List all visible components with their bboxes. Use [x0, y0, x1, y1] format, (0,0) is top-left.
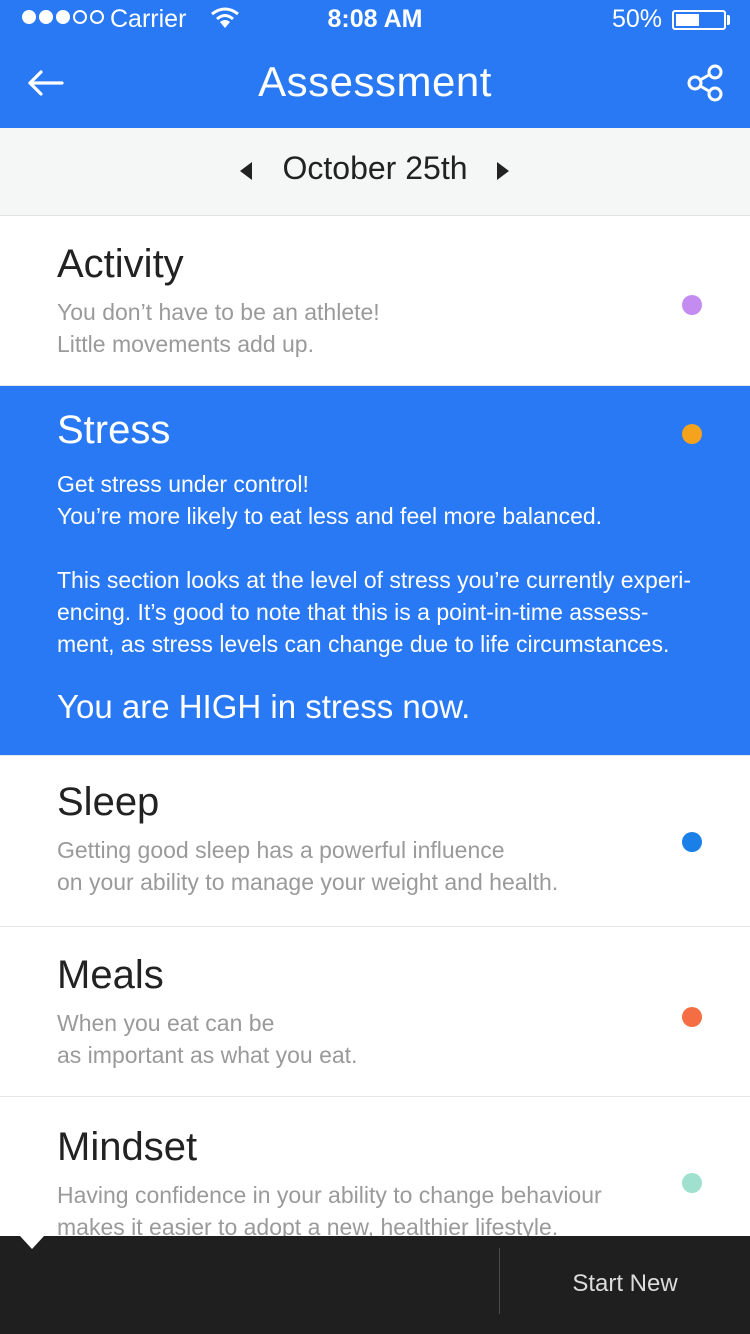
date-label: October 25th — [282, 150, 468, 186]
pointer-notch-icon — [20, 1236, 44, 1249]
status-dot-icon — [682, 424, 702, 444]
section-title: Mindset — [57, 1125, 198, 1169]
app-header: Carrier 8:08 AM 50% Assessment — [0, 0, 750, 128]
section-title: Activity — [57, 242, 184, 286]
section-title: Sleep — [57, 780, 160, 824]
start-new-button[interactable]: Start New — [500, 1270, 750, 1298]
section-sleep[interactable]: Sleep Getting good sleep has a powerful … — [0, 756, 750, 927]
battery-icon — [672, 10, 726, 30]
battery-tip — [727, 15, 730, 25]
share-icon[interactable] — [686, 64, 724, 102]
section-description: When you eat can be as important as what… — [57, 1010, 358, 1068]
stress-verdict: You are HIGH in stress now. — [57, 688, 471, 725]
section-description: Get stress under control! You’re more li… — [57, 471, 603, 529]
section-title: Stress — [57, 408, 171, 452]
section-activity[interactable]: Activity You don’t have to be an athlete… — [0, 216, 750, 386]
section-description: Having confidence in your ability to cha… — [57, 1182, 602, 1240]
status-bar: Carrier 8:08 AM 50% — [0, 0, 750, 40]
section-detail: This section looks at the level of stres… — [57, 567, 692, 657]
section-description: You don’t have to be an athlete! Little … — [57, 299, 380, 357]
status-dot-icon — [682, 295, 702, 315]
section-meals[interactable]: Meals When you eat can be as important a… — [0, 927, 750, 1097]
status-dot-icon — [682, 1173, 702, 1193]
section-stress[interactable]: Stress Get stress under control! You’re … — [0, 386, 750, 756]
date-selector: October 25th — [0, 128, 750, 216]
page-title: Assessment — [258, 58, 492, 105]
status-dot-icon — [682, 832, 702, 852]
section-description: Getting good sleep has a powerful influe… — [57, 837, 559, 895]
triangle-right-icon[interactable] — [497, 162, 509, 180]
section-title: Meals — [57, 953, 164, 997]
battery-percent: 50% — [611, 5, 662, 33]
bottom-toolbar: Start New — [0, 1236, 750, 1334]
status-dot-icon — [682, 1007, 702, 1027]
